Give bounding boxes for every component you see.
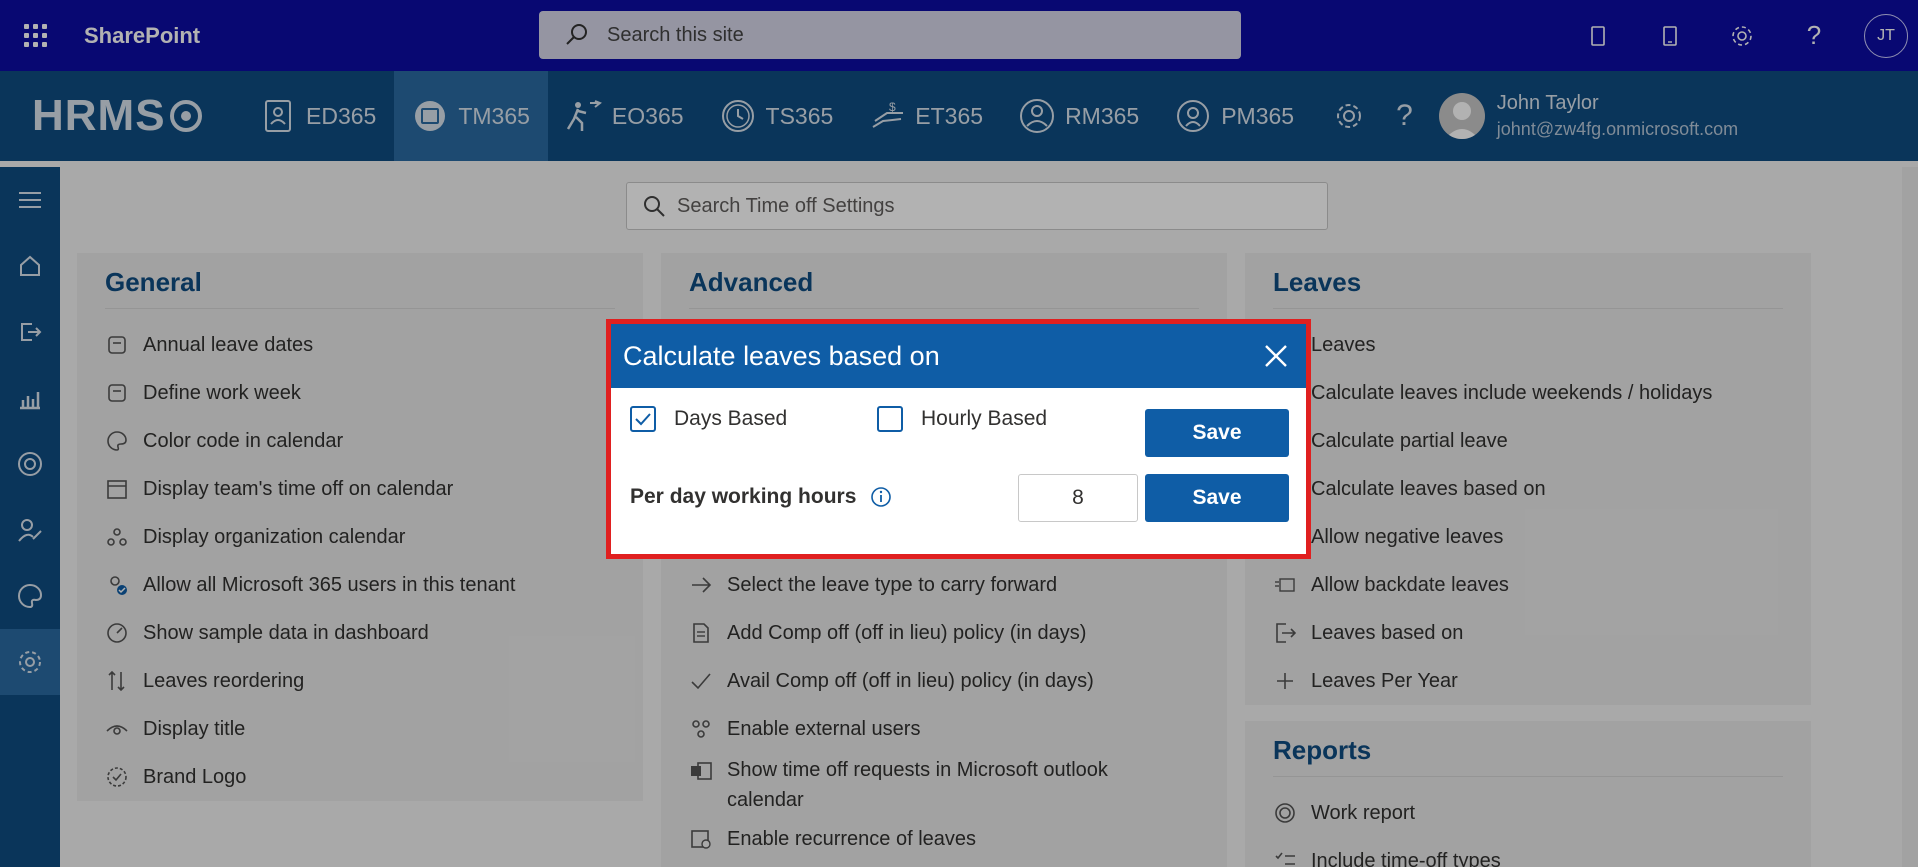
hourly-based-option[interactable]: Hourly Based	[877, 406, 1047, 432]
working-hours-label: Per day working hours	[630, 485, 857, 508]
close-icon	[1265, 345, 1287, 367]
days-based-option[interactable]: Days Based	[630, 406, 787, 432]
info-icon[interactable]	[870, 486, 892, 508]
hourly-based-checkbox[interactable]	[877, 406, 903, 432]
working-hours-input[interactable]: 8	[1018, 474, 1138, 522]
checkmark-icon	[635, 413, 651, 426]
calculate-leaves-dialog: Calculate leaves based on Days Based Hou…	[606, 319, 1311, 559]
save-calculation-button[interactable]: Save	[1145, 409, 1289, 457]
close-button[interactable]	[1260, 340, 1292, 372]
hourly-based-label: Hourly Based	[921, 407, 1048, 430]
dialog-title: Calculate leaves based on	[623, 340, 940, 371]
days-based-checkbox[interactable]	[630, 406, 656, 432]
save-hours-button[interactable]: Save	[1145, 474, 1289, 522]
dialog-header: Calculate leaves based on	[611, 324, 1306, 388]
days-based-label: Days Based	[674, 407, 788, 430]
